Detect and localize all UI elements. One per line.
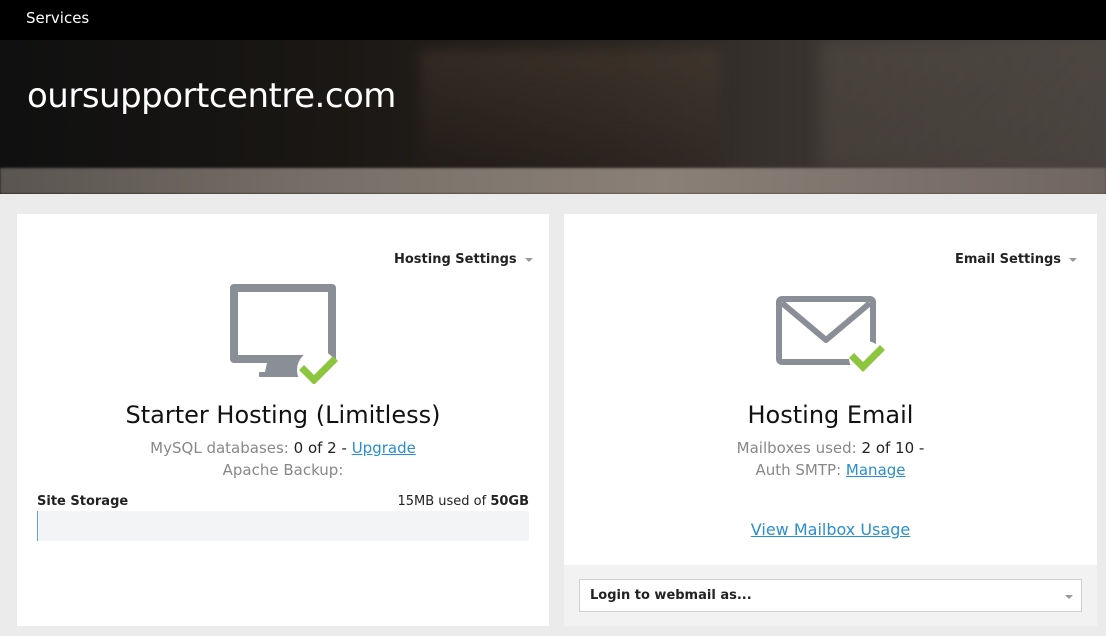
storage-used-text: 15MB used of — [397, 494, 487, 509]
hosting-service-name: Starter Hosting (Limitless) — [125, 401, 441, 429]
envelope-check-icon — [776, 296, 885, 375]
hero-background-blur-right — [820, 40, 1106, 170]
domain-title: oursupportcentre.com — [27, 76, 396, 116]
mysql-databases-line: MySQL databases: 0 of 2 - Upgrade — [17, 439, 549, 457]
upgrade-link[interactable]: Upgrade — [352, 439, 416, 457]
services-title[interactable]: Services — [26, 9, 89, 27]
mysql-label: MySQL databases: — [150, 439, 289, 457]
email-card: Email Settings Hosting Email Mailboxes u… — [564, 214, 1097, 626]
email-settings-label: Email Settings — [955, 252, 1061, 267]
caret-down-icon — [524, 257, 533, 262]
mailbox-usage-row: View Mailbox Usage — [564, 520, 1097, 539]
apache-backup-line: Apache Backup: — [17, 461, 549, 479]
hosting-settings-label: Hosting Settings — [394, 252, 517, 267]
site-storage-bar — [37, 511, 529, 541]
webmail-login-area: Login to webmail as... — [564, 565, 1097, 626]
site-storage-label: Site Storage — [37, 494, 129, 509]
storage-total: 50GB — [490, 494, 529, 509]
hero-background-blur — [420, 50, 720, 170]
hosting-settings-dropdown[interactable]: Hosting Settings — [394, 252, 533, 267]
apache-backup-label: Apache Backup: — [222, 461, 344, 479]
mailboxes-label: Mailboxes used: — [736, 439, 857, 457]
caret-down-icon — [1065, 595, 1073, 599]
mysql-value: 0 of 2 — [293, 439, 337, 457]
view-mailbox-usage-link[interactable]: View Mailbox Usage — [751, 520, 910, 539]
mailboxes-value: 2 of 10 - — [861, 439, 925, 457]
auth-smtp-label: Auth SMTP: — [755, 461, 842, 479]
mysql-separator: - — [336, 439, 352, 457]
email-service-name: Hosting Email — [747, 401, 914, 429]
top-bar: Services — [0, 0, 1106, 40]
webmail-login-select[interactable]: Login to webmail as... — [579, 579, 1082, 612]
auth-smtp-line: Auth SMTP: Manage — [564, 461, 1097, 479]
site-storage-usage: 15MB used of 50GB — [397, 494, 529, 509]
hero-banner: oursupportcentre.com — [0, 40, 1106, 194]
hosting-card: Hosting Settings Starter Hosting (Limitl… — [17, 214, 549, 626]
manage-smtp-link[interactable]: Manage — [846, 461, 906, 479]
caret-down-icon — [1069, 257, 1077, 262]
mailboxes-used-line: Mailboxes used: 2 of 10 - — [564, 439, 1097, 457]
monitor-check-icon — [230, 284, 338, 384]
hero-bottom-band — [0, 168, 1106, 194]
email-settings-dropdown[interactable]: Email Settings — [955, 252, 1077, 267]
webmail-select-value: Login to webmail as... — [590, 588, 752, 603]
